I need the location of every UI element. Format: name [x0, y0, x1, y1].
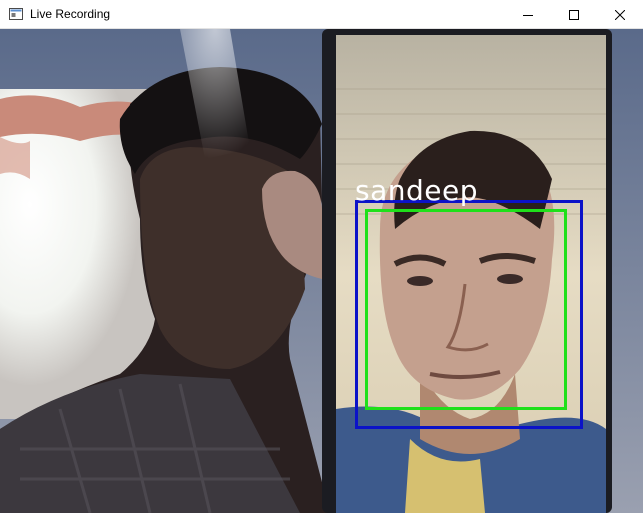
title-bar[interactable]: Live Recording — [0, 0, 643, 29]
app-window-icon — [9, 7, 23, 20]
window-title: Live Recording — [30, 7, 111, 21]
close-icon — [615, 9, 625, 20]
maximize-button[interactable] — [551, 0, 597, 29]
minimize-button[interactable] — [505, 0, 551, 29]
minimize-icon — [523, 10, 533, 20]
recognized-name-label: sandeep — [355, 174, 478, 207]
maximize-icon — [569, 9, 579, 20]
video-frame: sandeep — [0, 29, 643, 513]
close-button[interactable] — [597, 0, 643, 29]
face-recognition-box — [365, 209, 567, 410]
